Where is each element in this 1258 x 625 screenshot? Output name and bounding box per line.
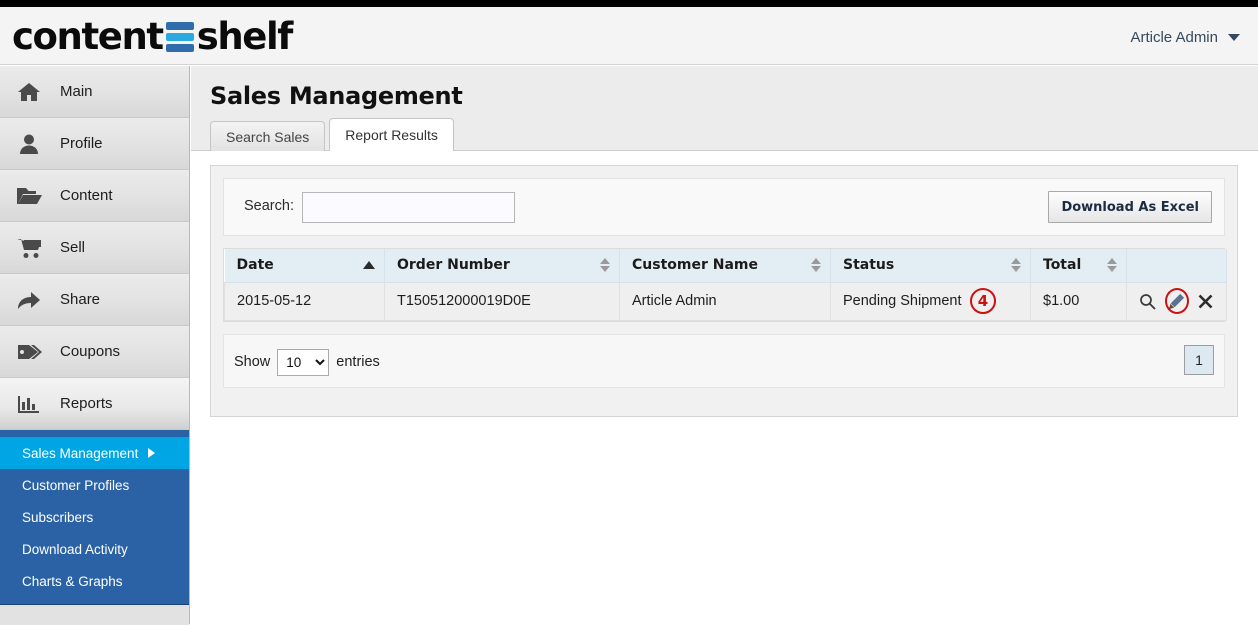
cell-total: $1.00	[1030, 281, 1127, 321]
table-footer: Show 10 25 50 100 entries 1	[223, 333, 1225, 388]
search-toolbar: Search: Download As Excel	[223, 178, 1225, 236]
column-label: Order Number	[397, 257, 510, 274]
table-header-row: Date Order Number Customer Name Status T…	[224, 249, 1227, 283]
cell-date: 2015-05-12	[224, 281, 385, 321]
show-entries-control: Show 10 25 50 100 entries	[234, 348, 380, 376]
sidebar-item-label: Coupons	[60, 343, 121, 360]
share-arrow-icon	[14, 287, 44, 313]
person-icon	[14, 131, 44, 157]
cell-status: Pending Shipment 4	[830, 281, 1031, 321]
sidebar-item-reports[interactable]: Reports	[0, 378, 189, 430]
cart-icon	[14, 235, 44, 261]
sidebar-item-profile[interactable]: Profile	[0, 118, 189, 170]
cell-customer-name: Article Admin	[619, 281, 831, 321]
bar-chart-icon	[14, 391, 44, 417]
column-header-date[interactable]: Date	[224, 249, 385, 283]
column-header-actions	[1126, 249, 1227, 283]
column-header-total[interactable]: Total	[1030, 249, 1127, 283]
app-header: content shelf Article Admin	[0, 7, 1258, 65]
chevron-right-icon	[148, 448, 155, 458]
search-input[interactable]	[302, 192, 515, 223]
sidebar-item-main[interactable]: Main	[0, 66, 189, 118]
logo-shelf-icon	[165, 21, 194, 52]
pagination: 1	[1184, 344, 1214, 375]
sort-both-icon	[600, 258, 610, 273]
submenu-item-label: Download Activity	[22, 541, 128, 557]
page-header: Sales Management Search Sales Report Res…	[191, 66, 1258, 151]
sidebar-item-label: Content	[60, 187, 113, 204]
tab-search-sales[interactable]: Search Sales	[210, 121, 326, 151]
sidebar: Main Profile Content Sell Share Coupons …	[0, 66, 190, 625]
entries-label: entries	[336, 354, 380, 370]
delete-x-icon[interactable]	[1197, 291, 1215, 311]
submenu-item-sales-management[interactable]: Sales Management	[0, 437, 189, 469]
column-label: Total	[1043, 257, 1082, 274]
sidebar-item-label: Main	[60, 83, 93, 100]
sidebar-filler	[0, 605, 189, 625]
submenu-item-subscribers[interactable]: Subscribers	[0, 501, 189, 533]
sort-both-icon	[1011, 258, 1021, 273]
main-content: Sales Management Search Sales Report Res…	[191, 66, 1258, 624]
download-as-excel-button[interactable]: Download As Excel	[1048, 191, 1212, 223]
sidebar-item-label: Profile	[60, 135, 103, 152]
sort-both-icon	[811, 258, 821, 273]
chevron-down-icon	[1228, 34, 1240, 41]
sort-both-icon	[1107, 258, 1117, 273]
search-label: Search:	[244, 198, 294, 214]
sidebar-item-label: Sell	[60, 239, 86, 256]
app-logo[interactable]: content shelf	[12, 15, 294, 58]
sidebar-item-content[interactable]: Content	[0, 170, 189, 222]
submenu-item-label: Sales Management	[22, 445, 139, 461]
logo-text-shelf: shelf	[196, 15, 294, 58]
sidebar-item-share[interactable]: Share	[0, 274, 189, 326]
report-table-container: Date Order Number Customer Name Status T…	[223, 248, 1227, 322]
row-action-group	[1139, 288, 1214, 314]
folder-icon	[14, 183, 44, 209]
home-icon	[14, 79, 44, 105]
submenu-item-label: Subscribers	[22, 509, 94, 525]
reports-submenu: Sales Management Customer Profiles Subsc…	[0, 430, 189, 605]
submenu-item-label: Charts & Graphs	[22, 573, 123, 589]
tab-label: Search Sales	[226, 128, 310, 145]
column-header-order-number[interactable]: Order Number	[384, 249, 620, 283]
page-button-1[interactable]: 1	[1184, 344, 1214, 375]
column-header-status[interactable]: Status	[830, 249, 1031, 283]
user-menu[interactable]: Article Admin	[1130, 29, 1240, 46]
column-header-customer-name[interactable]: Customer Name	[619, 249, 831, 283]
submenu-item-label: Customer Profiles	[22, 477, 130, 493]
submenu-item-charts-graphs[interactable]: Charts & Graphs	[0, 565, 189, 597]
tab-report-results[interactable]: Report Results	[329, 118, 454, 151]
sidebar-item-label: Reports	[60, 395, 113, 412]
submenu-item-download-activity[interactable]: Download Activity	[0, 533, 189, 565]
column-label: Customer Name	[632, 257, 758, 274]
logo-text-content: content	[12, 15, 164, 58]
submenu-item-customer-profiles[interactable]: Customer Profiles	[0, 469, 189, 501]
column-label: Date	[236, 257, 274, 274]
page-title: Sales Management	[210, 82, 463, 110]
tag-icon	[14, 339, 44, 365]
report-panel: Search: Download As Excel Date Order Num…	[210, 165, 1238, 417]
search-icon[interactable]	[1139, 291, 1157, 311]
user-menu-label: Article Admin	[1130, 29, 1218, 46]
show-label: Show	[234, 354, 271, 370]
entries-per-page-select[interactable]: 10 25 50 100	[277, 348, 330, 376]
tab-label: Report Results	[345, 127, 438, 143]
cell-order-number: T150512000019D0E	[384, 281, 620, 321]
top-accent-bar	[0, 0, 1258, 7]
report-table: Date Order Number Customer Name Status T…	[224, 249, 1227, 321]
annotation-ring-edit	[1164, 288, 1189, 314]
column-label: Status	[843, 257, 895, 274]
status-badge: Pending Shipment	[843, 293, 962, 309]
annotation-marker-4: 4	[970, 288, 996, 314]
cell-actions	[1126, 281, 1227, 321]
sidebar-item-coupons[interactable]: Coupons	[0, 326, 189, 378]
tab-bar: Search Sales Report Results	[210, 118, 454, 151]
edit-pencil-icon[interactable]	[1167, 291, 1187, 311]
sidebar-item-sell[interactable]: Sell	[0, 222, 189, 274]
sort-ascending-icon	[363, 261, 375, 270]
sidebar-item-label: Share	[60, 291, 101, 308]
table-row: 2015-05-12 T150512000019D0E Article Admi…	[224, 281, 1227, 321]
